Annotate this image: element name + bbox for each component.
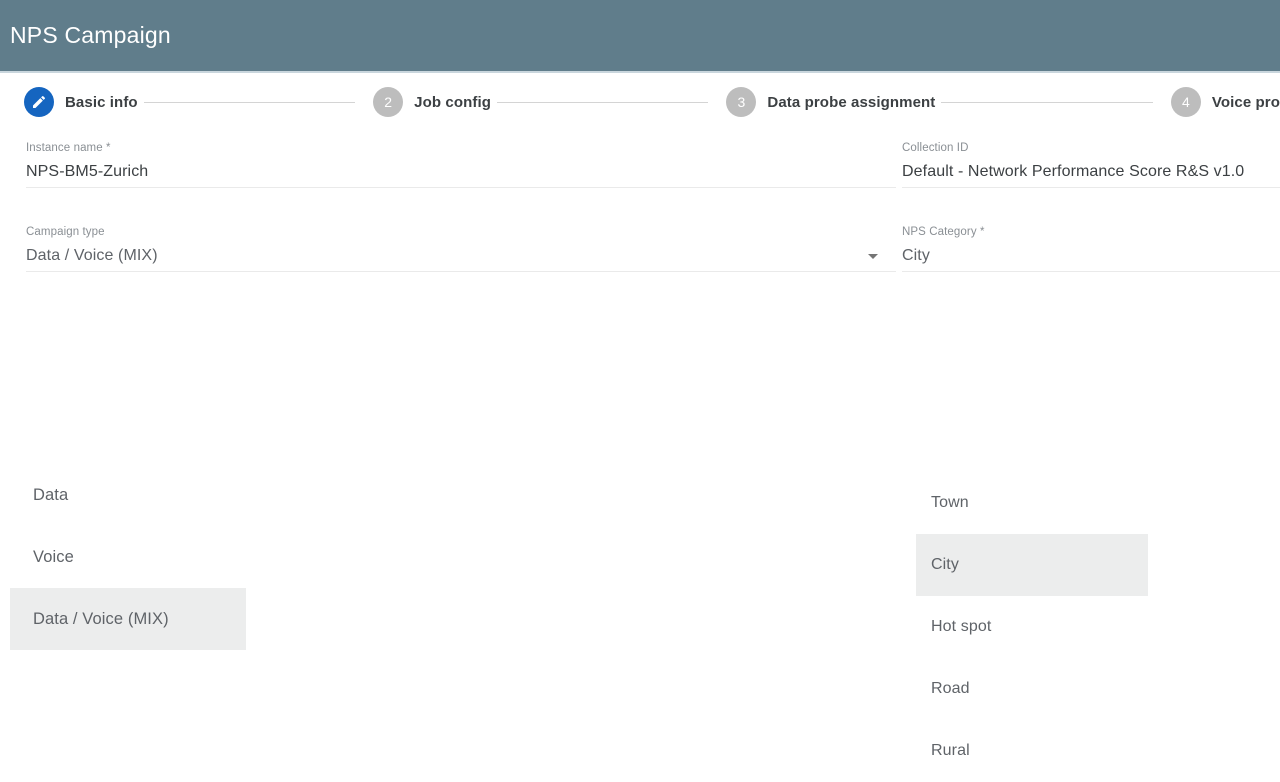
instance-name-label: Instance name * — [26, 142, 111, 154]
collection-id-field[interactable]: Collection ID Default - Network Performa… — [896, 140, 1280, 188]
stepper-step-basic-info[interactable]: Basic info — [24, 87, 138, 117]
step-3-label: Data probe assignment — [767, 93, 936, 111]
step-3-number: 3 — [737, 94, 746, 110]
option-label: Town — [931, 494, 969, 511]
form-row-1: Instance name * NPS-BM5-Zurich Collectio… — [0, 140, 1280, 188]
instance-name-value: NPS-BM5-Zurich — [26, 163, 149, 180]
campaign-type-label: Campaign type — [26, 226, 105, 238]
option-label: Road — [931, 680, 970, 697]
nps-category-option-rural[interactable]: Rural — [916, 720, 1148, 782]
step-1-indicator — [24, 87, 54, 117]
step-2-indicator: 2 — [373, 87, 404, 117]
step-2-label: Job config — [414, 93, 491, 111]
nps-category-option-city[interactable]: City — [916, 534, 1148, 596]
campaign-type-dropdown-panel: Data Voice Data / Voice (MIX) — [10, 464, 246, 650]
wizard-stepper: Basic info 2 Job config 3 Data probe ass… — [0, 73, 1280, 131]
campaign-type-option-voice[interactable]: Voice — [10, 526, 246, 588]
stepper-step-data-probe-assignment[interactable]: 3 Data probe assignment — [726, 87, 935, 117]
option-label: Data — [33, 485, 69, 504]
stepper-connector-1 — [143, 101, 356, 103]
step-1-label: Basic info — [65, 93, 138, 111]
app-header: NPS Campaign — [0, 0, 1280, 73]
step-4-label: Voice pro — [1211, 93, 1280, 111]
nps-category-label: NPS Category * — [902, 226, 985, 238]
collection-id-value: Default - Network Performance Score R&S … — [902, 163, 1245, 180]
step-4-indicator: 4 — [1170, 87, 1201, 117]
stepper-connector-3 — [941, 101, 1153, 103]
campaign-type-option-data-voice-mix[interactable]: Data / Voice (MIX) — [10, 588, 246, 650]
nps-category-option-road[interactable]: Road — [916, 658, 1148, 720]
campaign-type-field[interactable]: Campaign type Data / Voice (MIX) — [0, 224, 896, 272]
nps-category-option-hot-spot[interactable]: Hot spot — [916, 596, 1148, 658]
nps-category-option-town[interactable]: Town — [916, 472, 1148, 534]
option-label: Voice — [33, 547, 74, 566]
collection-id-input[interactable]: Default - Network Performance Score R&S … — [902, 157, 1280, 188]
nps-category-dropdown-panel: Town City Hot spot Road Rural — [916, 472, 1148, 782]
nps-category-field[interactable]: NPS Category * City — [896, 224, 1280, 272]
option-label: City — [931, 556, 959, 573]
instance-name-field[interactable]: Instance name * NPS-BM5-Zurich — [0, 140, 896, 188]
basic-info-form: Instance name * NPS-BM5-Zurich Collectio… — [0, 140, 1280, 782]
campaign-type-value: Data / Voice (MIX) — [26, 247, 158, 264]
step-4-number: 4 — [1181, 94, 1190, 110]
stepper-connector-2 — [496, 101, 709, 103]
pencil-icon — [31, 94, 47, 110]
option-label: Hot spot — [931, 618, 992, 635]
option-label: Rural — [931, 742, 970, 759]
nps-category-value: City — [902, 247, 930, 264]
collection-id-label: Collection ID — [902, 142, 969, 154]
campaign-type-option-data[interactable]: Data — [10, 464, 246, 526]
step-2-number: 2 — [384, 94, 393, 110]
stepper-step-job-config[interactable]: 2 Job config — [373, 87, 491, 117]
option-label: Data / Voice (MIX) — [33, 609, 169, 628]
page-title: NPS Campaign — [10, 22, 171, 48]
nps-category-select[interactable]: City — [902, 241, 1280, 272]
step-3-indicator: 3 — [726, 87, 757, 117]
chevron-down-icon[interactable] — [868, 253, 878, 259]
form-row-2: Campaign type Data / Voice (MIX) NPS Cat… — [0, 224, 1280, 272]
campaign-type-select[interactable]: Data / Voice (MIX) — [26, 241, 896, 272]
instance-name-input[interactable]: NPS-BM5-Zurich — [26, 157, 896, 188]
stepper-step-voice-probe-assignment[interactable]: 4 Voice pro — [1170, 87, 1280, 117]
